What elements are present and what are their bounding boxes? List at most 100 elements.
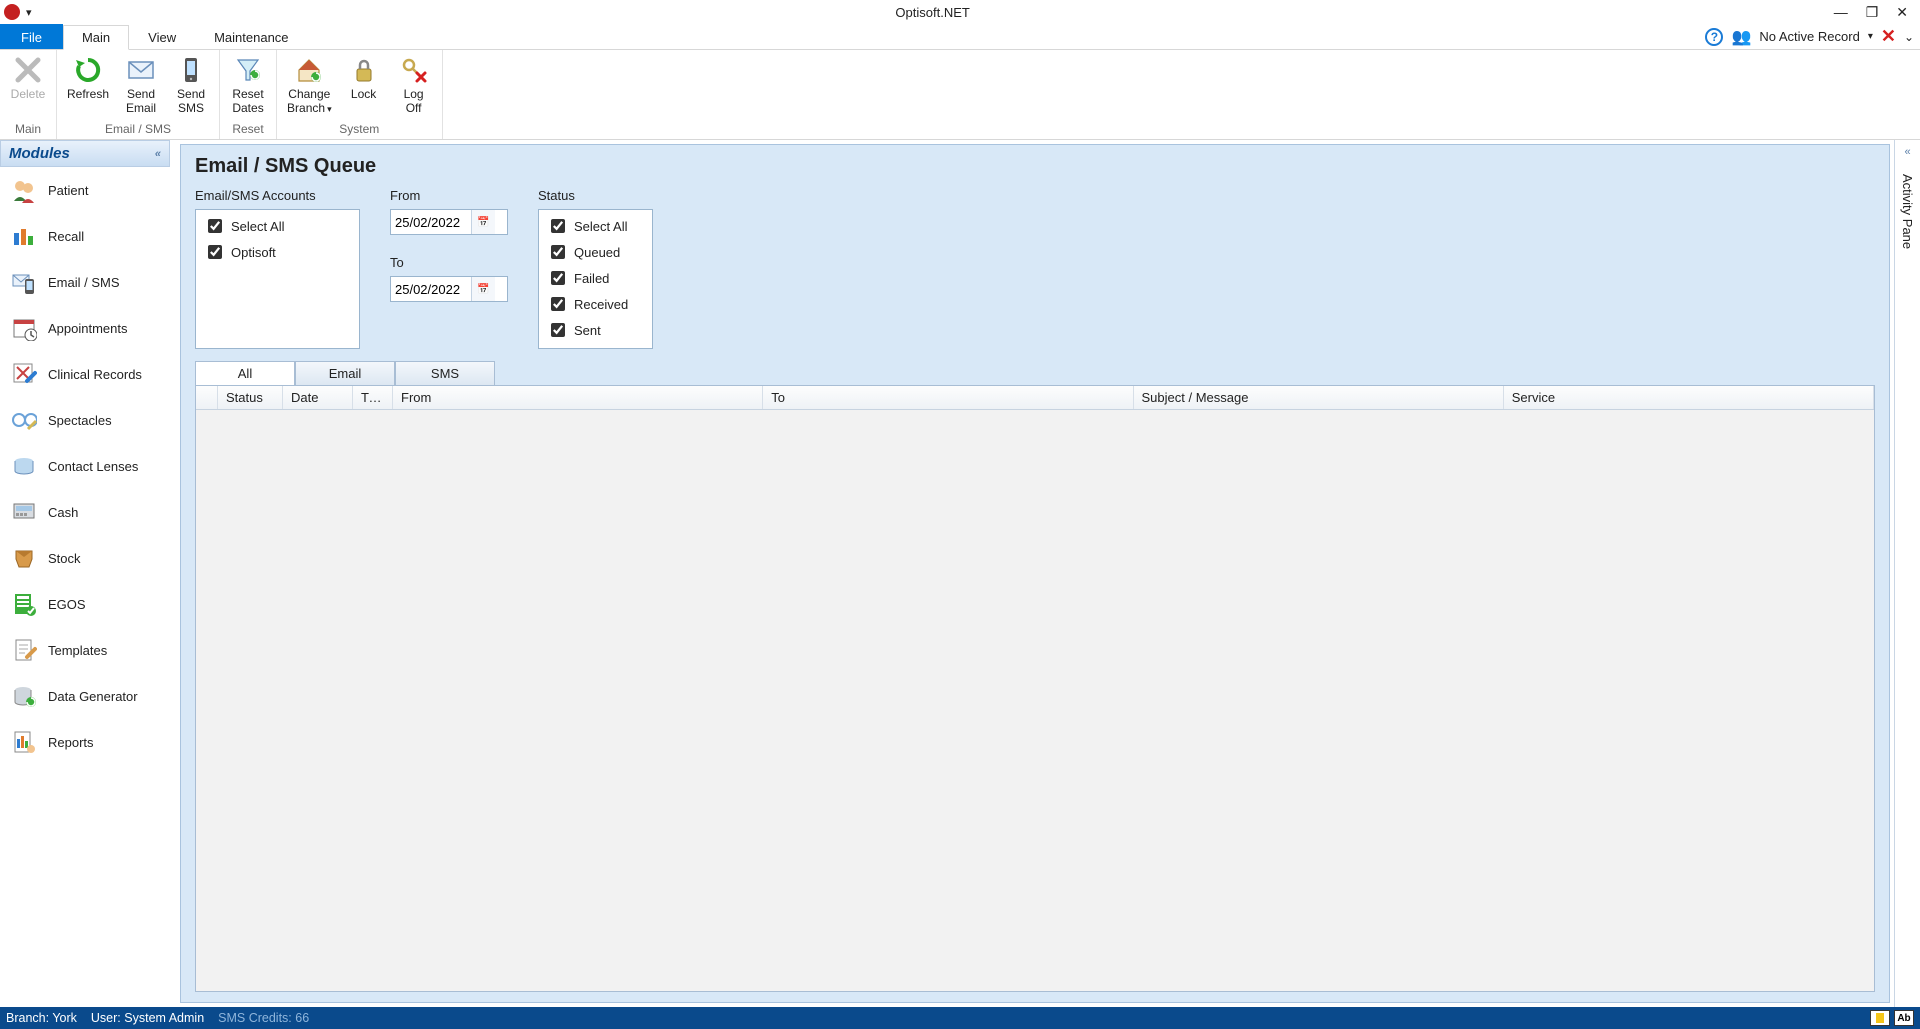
sidebar-item-label: Data Generator bbox=[48, 689, 138, 704]
sidebar-item-stock[interactable]: Stock bbox=[0, 535, 170, 581]
close-icon[interactable]: ✕ bbox=[1896, 5, 1908, 19]
collapse-right-icon[interactable]: « bbox=[1904, 146, 1910, 158]
phone-icon bbox=[175, 54, 207, 86]
activity-pane[interactable]: « Activity Pane bbox=[1894, 140, 1920, 1007]
help-icon[interactable]: ? bbox=[1705, 28, 1723, 46]
calendar-icon[interactable]: 📅 bbox=[471, 210, 495, 234]
status-indicator-ab[interactable]: Ab bbox=[1894, 1010, 1914, 1026]
sidebar-item-templates[interactable]: Templates bbox=[0, 627, 170, 673]
refresh-button[interactable]: Refresh bbox=[63, 52, 113, 104]
status-listbox[interactable]: Select All Queued Failed Received Sent bbox=[538, 209, 653, 349]
module-icon bbox=[10, 406, 38, 434]
status-indicator-yellow[interactable] bbox=[1870, 1010, 1890, 1026]
status-option[interactable]: Sent bbox=[547, 320, 644, 340]
to-date-input[interactable] bbox=[391, 282, 471, 297]
calendar-icon[interactable]: 📅 bbox=[471, 277, 495, 301]
status-option[interactable]: Received bbox=[547, 294, 644, 314]
status-option[interactable]: Select All bbox=[547, 216, 644, 236]
grid-header: StatusDateTimeFromToSubject / MessageSer… bbox=[196, 386, 1874, 410]
grid-column-header[interactable]: Subject / Message bbox=[1134, 386, 1504, 409]
sidebar-item-cash[interactable]: Cash bbox=[0, 489, 170, 535]
users-icon: 👥 bbox=[1731, 27, 1751, 47]
grid-column-header[interactable]: Status bbox=[218, 386, 283, 409]
checkbox[interactable] bbox=[551, 219, 565, 233]
lock-button[interactable]: Lock bbox=[342, 52, 386, 104]
collapse-left-icon[interactable]: « bbox=[155, 148, 161, 160]
checkbox[interactable] bbox=[551, 323, 565, 337]
house-icon bbox=[293, 54, 325, 86]
from-date-input[interactable] bbox=[391, 215, 471, 230]
sidebar-item-contact-lenses[interactable]: Contact Lenses bbox=[0, 443, 170, 489]
checkbox[interactable] bbox=[551, 245, 565, 259]
accounts-listbox[interactable]: Select All Optisoft bbox=[195, 209, 360, 349]
funnel-icon bbox=[232, 54, 264, 86]
sidebar-item-label: Email / SMS bbox=[48, 275, 120, 290]
record-dropdown-icon[interactable]: ▾ bbox=[1868, 31, 1873, 42]
minimize-icon[interactable]: — bbox=[1834, 5, 1848, 19]
grid-column-header[interactable]: To bbox=[763, 386, 1133, 409]
sidebar-item-appointments[interactable]: Appointments bbox=[0, 305, 170, 351]
log-off-button[interactable]: Log Off bbox=[392, 52, 436, 118]
sms-credits-value: 66 bbox=[295, 1011, 309, 1025]
sidebar-item-reports[interactable]: Reports bbox=[0, 719, 170, 765]
sidebar-item-label: Clinical Records bbox=[48, 367, 142, 382]
status-option[interactable]: Queued bbox=[547, 242, 644, 262]
chevron-down-icon: ▾ bbox=[327, 104, 332, 114]
sidebar-item-patient[interactable]: Patient bbox=[0, 167, 170, 213]
module-icon bbox=[10, 452, 38, 480]
branch-value: York bbox=[52, 1011, 77, 1025]
sidebar-item-label: Reports bbox=[48, 735, 94, 750]
tab-file[interactable]: File bbox=[0, 24, 63, 49]
from-date-field[interactable]: 📅 bbox=[390, 209, 508, 235]
status-bar: Branch: York User: System Admin SMS Cred… bbox=[0, 1007, 1920, 1029]
send-sms-button[interactable]: Send SMS bbox=[169, 52, 213, 118]
checkbox[interactable] bbox=[551, 297, 565, 311]
module-icon bbox=[10, 682, 38, 710]
ribbon-group-label: Main bbox=[6, 120, 50, 139]
to-date-field[interactable]: 📅 bbox=[390, 276, 508, 302]
grid-tab-all[interactable]: All bbox=[195, 361, 295, 385]
checkbox[interactable] bbox=[551, 271, 565, 285]
status-option[interactable]: Failed bbox=[547, 268, 644, 288]
grid-column-header[interactable]: Time bbox=[353, 386, 393, 409]
accounts-option[interactable]: Optisoft bbox=[204, 242, 351, 262]
module-icon bbox=[10, 314, 38, 342]
checkbox[interactable] bbox=[208, 245, 222, 259]
sidebar-item-recall[interactable]: Recall bbox=[0, 213, 170, 259]
sidebar-item-label: Patient bbox=[48, 183, 88, 198]
module-icon bbox=[10, 222, 38, 250]
user-value: System Admin bbox=[124, 1011, 204, 1025]
grid: StatusDateTimeFromToSubject / MessageSer… bbox=[195, 385, 1875, 992]
send-email-button[interactable]: Send Email bbox=[119, 52, 163, 118]
reset-dates-button[interactable]: Reset Dates bbox=[226, 52, 270, 118]
ribbon-collapse-icon[interactable]: ⌄ bbox=[1904, 30, 1914, 44]
module-icon bbox=[10, 590, 38, 618]
grid-tab-email[interactable]: Email bbox=[295, 361, 395, 385]
sidebar-item-spectacles[interactable]: Spectacles bbox=[0, 397, 170, 443]
to-label: To bbox=[390, 255, 508, 270]
record-close-icon[interactable]: ✕ bbox=[1881, 26, 1896, 47]
accounts-option[interactable]: Select All bbox=[204, 216, 351, 236]
grid-column-header[interactable]: From bbox=[393, 386, 763, 409]
sidebar-item-data-generator[interactable]: Data Generator bbox=[0, 673, 170, 719]
sidebar-item-egos[interactable]: EGOS bbox=[0, 581, 170, 627]
modules-header[interactable]: Modules « bbox=[0, 140, 170, 167]
sidebar-item-clinical-records[interactable]: Clinical Records bbox=[0, 351, 170, 397]
checkbox[interactable] bbox=[208, 219, 222, 233]
tab-main[interactable]: Main bbox=[63, 25, 129, 50]
ribbon-group-label: System bbox=[283, 120, 436, 139]
module-icon bbox=[10, 636, 38, 664]
grid-body[interactable] bbox=[196, 410, 1874, 991]
activity-pane-label: Activity Pane bbox=[1900, 174, 1915, 249]
change-branch-button[interactable]: Change Branch▾ bbox=[283, 52, 336, 118]
grid-tab-sms[interactable]: SMS bbox=[395, 361, 495, 385]
app-icon bbox=[4, 4, 20, 20]
sidebar-item-label: Cash bbox=[48, 505, 78, 520]
sidebar-item-email-sms[interactable]: Email / SMS bbox=[0, 259, 170, 305]
grid-column-header[interactable]: Date bbox=[283, 386, 353, 409]
grid-column-header[interactable]: Service bbox=[1504, 386, 1874, 409]
tab-maintenance[interactable]: Maintenance bbox=[195, 24, 307, 49]
tab-view[interactable]: View bbox=[129, 24, 195, 49]
maximize-icon[interactable]: ❐ bbox=[1866, 5, 1879, 19]
active-record-label[interactable]: No Active Record bbox=[1759, 29, 1859, 44]
